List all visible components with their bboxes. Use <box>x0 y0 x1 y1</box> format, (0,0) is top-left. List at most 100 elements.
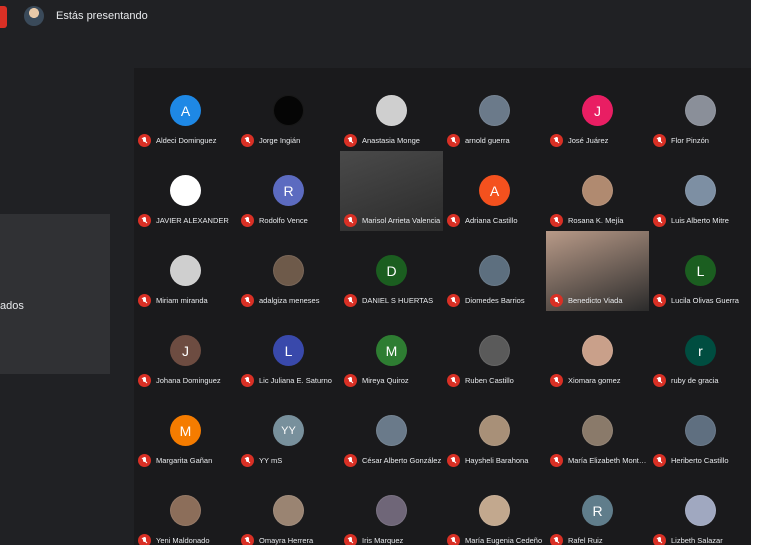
participant-avatar: L <box>273 335 304 366</box>
participant-avatar: A <box>170 95 201 126</box>
participant-name: Rafel Ruiz <box>568 535 603 545</box>
participant-name: Omayra Herrera <box>259 535 314 545</box>
participant-tile[interactable]: Heriberto Castillo <box>649 391 751 471</box>
mic-off-icon <box>241 453 254 467</box>
mic-off-icon <box>447 213 460 227</box>
mic-off-icon <box>241 533 254 545</box>
participant-tile[interactable]: r ruby de gracia <box>649 311 751 391</box>
participant-tile[interactable]: Flor Pinzón <box>649 71 751 151</box>
participant-name-row: Mireya Quiroz <box>344 373 443 387</box>
participant-name: Heriberto Castillo <box>671 455 729 465</box>
participant-avatar: R <box>273 175 304 206</box>
participant-tile[interactable]: Iris Marquez <box>340 471 443 545</box>
participant-name: Adriana Castillo <box>465 215 518 225</box>
mic-off-icon <box>447 133 460 147</box>
participant-avatar: J <box>582 95 613 126</box>
participant-tile[interactable]: Luis Alberto Mitre <box>649 151 751 231</box>
mic-off-icon <box>550 293 563 307</box>
participant-name-row: ruby de gracia <box>653 373 751 387</box>
participant-name-row: Rosana K. Mejía <box>550 213 649 227</box>
participant-avatar <box>376 95 407 126</box>
participant-tile[interactable]: Ruben Castillo <box>443 311 546 391</box>
participant-avatar <box>376 415 407 446</box>
participant-tile[interactable]: César Alberto González <box>340 391 443 471</box>
participant-avatar <box>582 415 613 446</box>
participant-tile[interactable]: R Rodolfo Vence <box>237 151 340 231</box>
mic-off-icon <box>241 293 254 307</box>
participant-avatar: D <box>376 255 407 286</box>
participant-tile[interactable]: JAVIER ALEXANDER <box>134 151 237 231</box>
participant-name: YY mS <box>259 455 283 465</box>
participant-tile[interactable]: L Lucila Olivas Guerra <box>649 231 751 311</box>
participant-name-row: JAVIER ALEXANDER <box>138 213 237 227</box>
participant-name: Margarita Gañan <box>156 455 213 465</box>
participant-name-row: Heriberto Castillo <box>653 453 751 467</box>
participant-name: Jorge Ingián <box>259 135 301 145</box>
participant-avatar: M <box>376 335 407 366</box>
participant-tile[interactable]: YY YY mS <box>237 391 340 471</box>
mic-off-icon <box>344 213 357 227</box>
participant-tile[interactable]: Omayra Herrera <box>237 471 340 545</box>
presenter-avatar <box>24 6 44 26</box>
participant-tile[interactable]: R Rafel Ruiz <box>546 471 649 545</box>
participant-tile[interactable]: J Johana Dominguez <box>134 311 237 391</box>
participant-avatar <box>479 415 510 446</box>
participant-name-row: Diomedes Barrios <box>447 293 546 307</box>
participant-tile[interactable]: A Adriana Castillo <box>443 151 546 231</box>
participant-tile[interactable]: D DANIEL S HUERTAS <box>340 231 443 311</box>
participant-tile[interactable]: Diomedes Barrios <box>443 231 546 311</box>
participant-tile[interactable]: adalgiza meneses <box>237 231 340 311</box>
participant-avatar <box>685 415 716 446</box>
participant-tile[interactable]: Miriam miranda <box>134 231 237 311</box>
participant-tile[interactable]: M Margarita Gañan <box>134 391 237 471</box>
participant-name-row: Ruben Castillo <box>447 373 546 387</box>
participant-tile[interactable]: A Aldeci Dominguez <box>134 71 237 151</box>
participant-avatar <box>273 255 304 286</box>
participant-tile[interactable]: Lizbeth Salazar <box>649 471 751 545</box>
participant-tile[interactable]: Haysheli Barahona <box>443 391 546 471</box>
participant-avatar <box>273 95 304 126</box>
participant-tile[interactable]: Benedicto Viada <box>546 231 649 311</box>
mic-off-icon <box>653 453 666 467</box>
participant-tile[interactable]: Jorge Ingián <box>237 71 340 151</box>
mic-off-icon <box>344 373 357 387</box>
participant-name: Haysheli Barahona <box>465 455 529 465</box>
participant-tile[interactable]: María Eugenia Cedeño <box>443 471 546 545</box>
stop-presenting-button[interactable] <box>0 6 7 28</box>
participant-name-row: Adriana Castillo <box>447 213 546 227</box>
participant-name-row: Anastasia Monge <box>344 133 443 147</box>
participant-tile[interactable]: M Mireya Quiroz <box>340 311 443 391</box>
mic-off-icon <box>653 373 666 387</box>
participant-name: Iris Marquez <box>362 535 404 545</box>
mic-off-icon <box>550 373 563 387</box>
mic-off-icon <box>344 453 357 467</box>
participant-avatar: J <box>170 335 201 366</box>
mic-off-icon <box>344 293 357 307</box>
participant-tile[interactable]: María Elizabeth Montenegro <box>546 391 649 471</box>
participant-name-row: Omayra Herrera <box>241 533 340 545</box>
participant-name: Luis Alberto Mitre <box>671 215 729 225</box>
participant-tile[interactable]: Yeni Maldonado <box>134 471 237 545</box>
participant-name-row: Johana Dominguez <box>138 373 237 387</box>
participant-name: Aldeci Dominguez <box>156 135 217 145</box>
participant-tile[interactable]: J José Juárez <box>546 71 649 151</box>
participant-tile[interactable]: arnold guerra <box>443 71 546 151</box>
participant-tile[interactable]: Xiomara gomez <box>546 311 649 391</box>
participant-name: Marisol Arrieta Valencia <box>362 215 441 225</box>
participant-name-row: Miriam miranda <box>138 293 237 307</box>
participant-name-row: YY mS <box>241 453 340 467</box>
participant-name-row: Rafel Ruiz <box>550 533 649 545</box>
participant-tile[interactable]: L Lic Juliana E. Saturno <box>237 311 340 391</box>
mic-off-icon <box>241 133 254 147</box>
participant-name-row: Yeni Maldonado <box>138 533 237 545</box>
participant-name: Lucila Olivas Guerra <box>671 295 739 305</box>
participant-name-row: Lizbeth Salazar <box>653 533 751 545</box>
participant-avatar <box>376 495 407 526</box>
participant-tile[interactable]: Anastasia Monge <box>340 71 443 151</box>
participant-tile[interactable]: Rosana K. Mejía <box>546 151 649 231</box>
participant-name-row: adalgiza meneses <box>241 293 340 307</box>
participant-name: María Elizabeth Montenegro <box>568 455 649 465</box>
participant-avatar <box>582 335 613 366</box>
participant-name: adalgiza meneses <box>259 295 320 305</box>
participant-tile[interactable]: Marisol Arrieta Valencia <box>340 151 443 231</box>
